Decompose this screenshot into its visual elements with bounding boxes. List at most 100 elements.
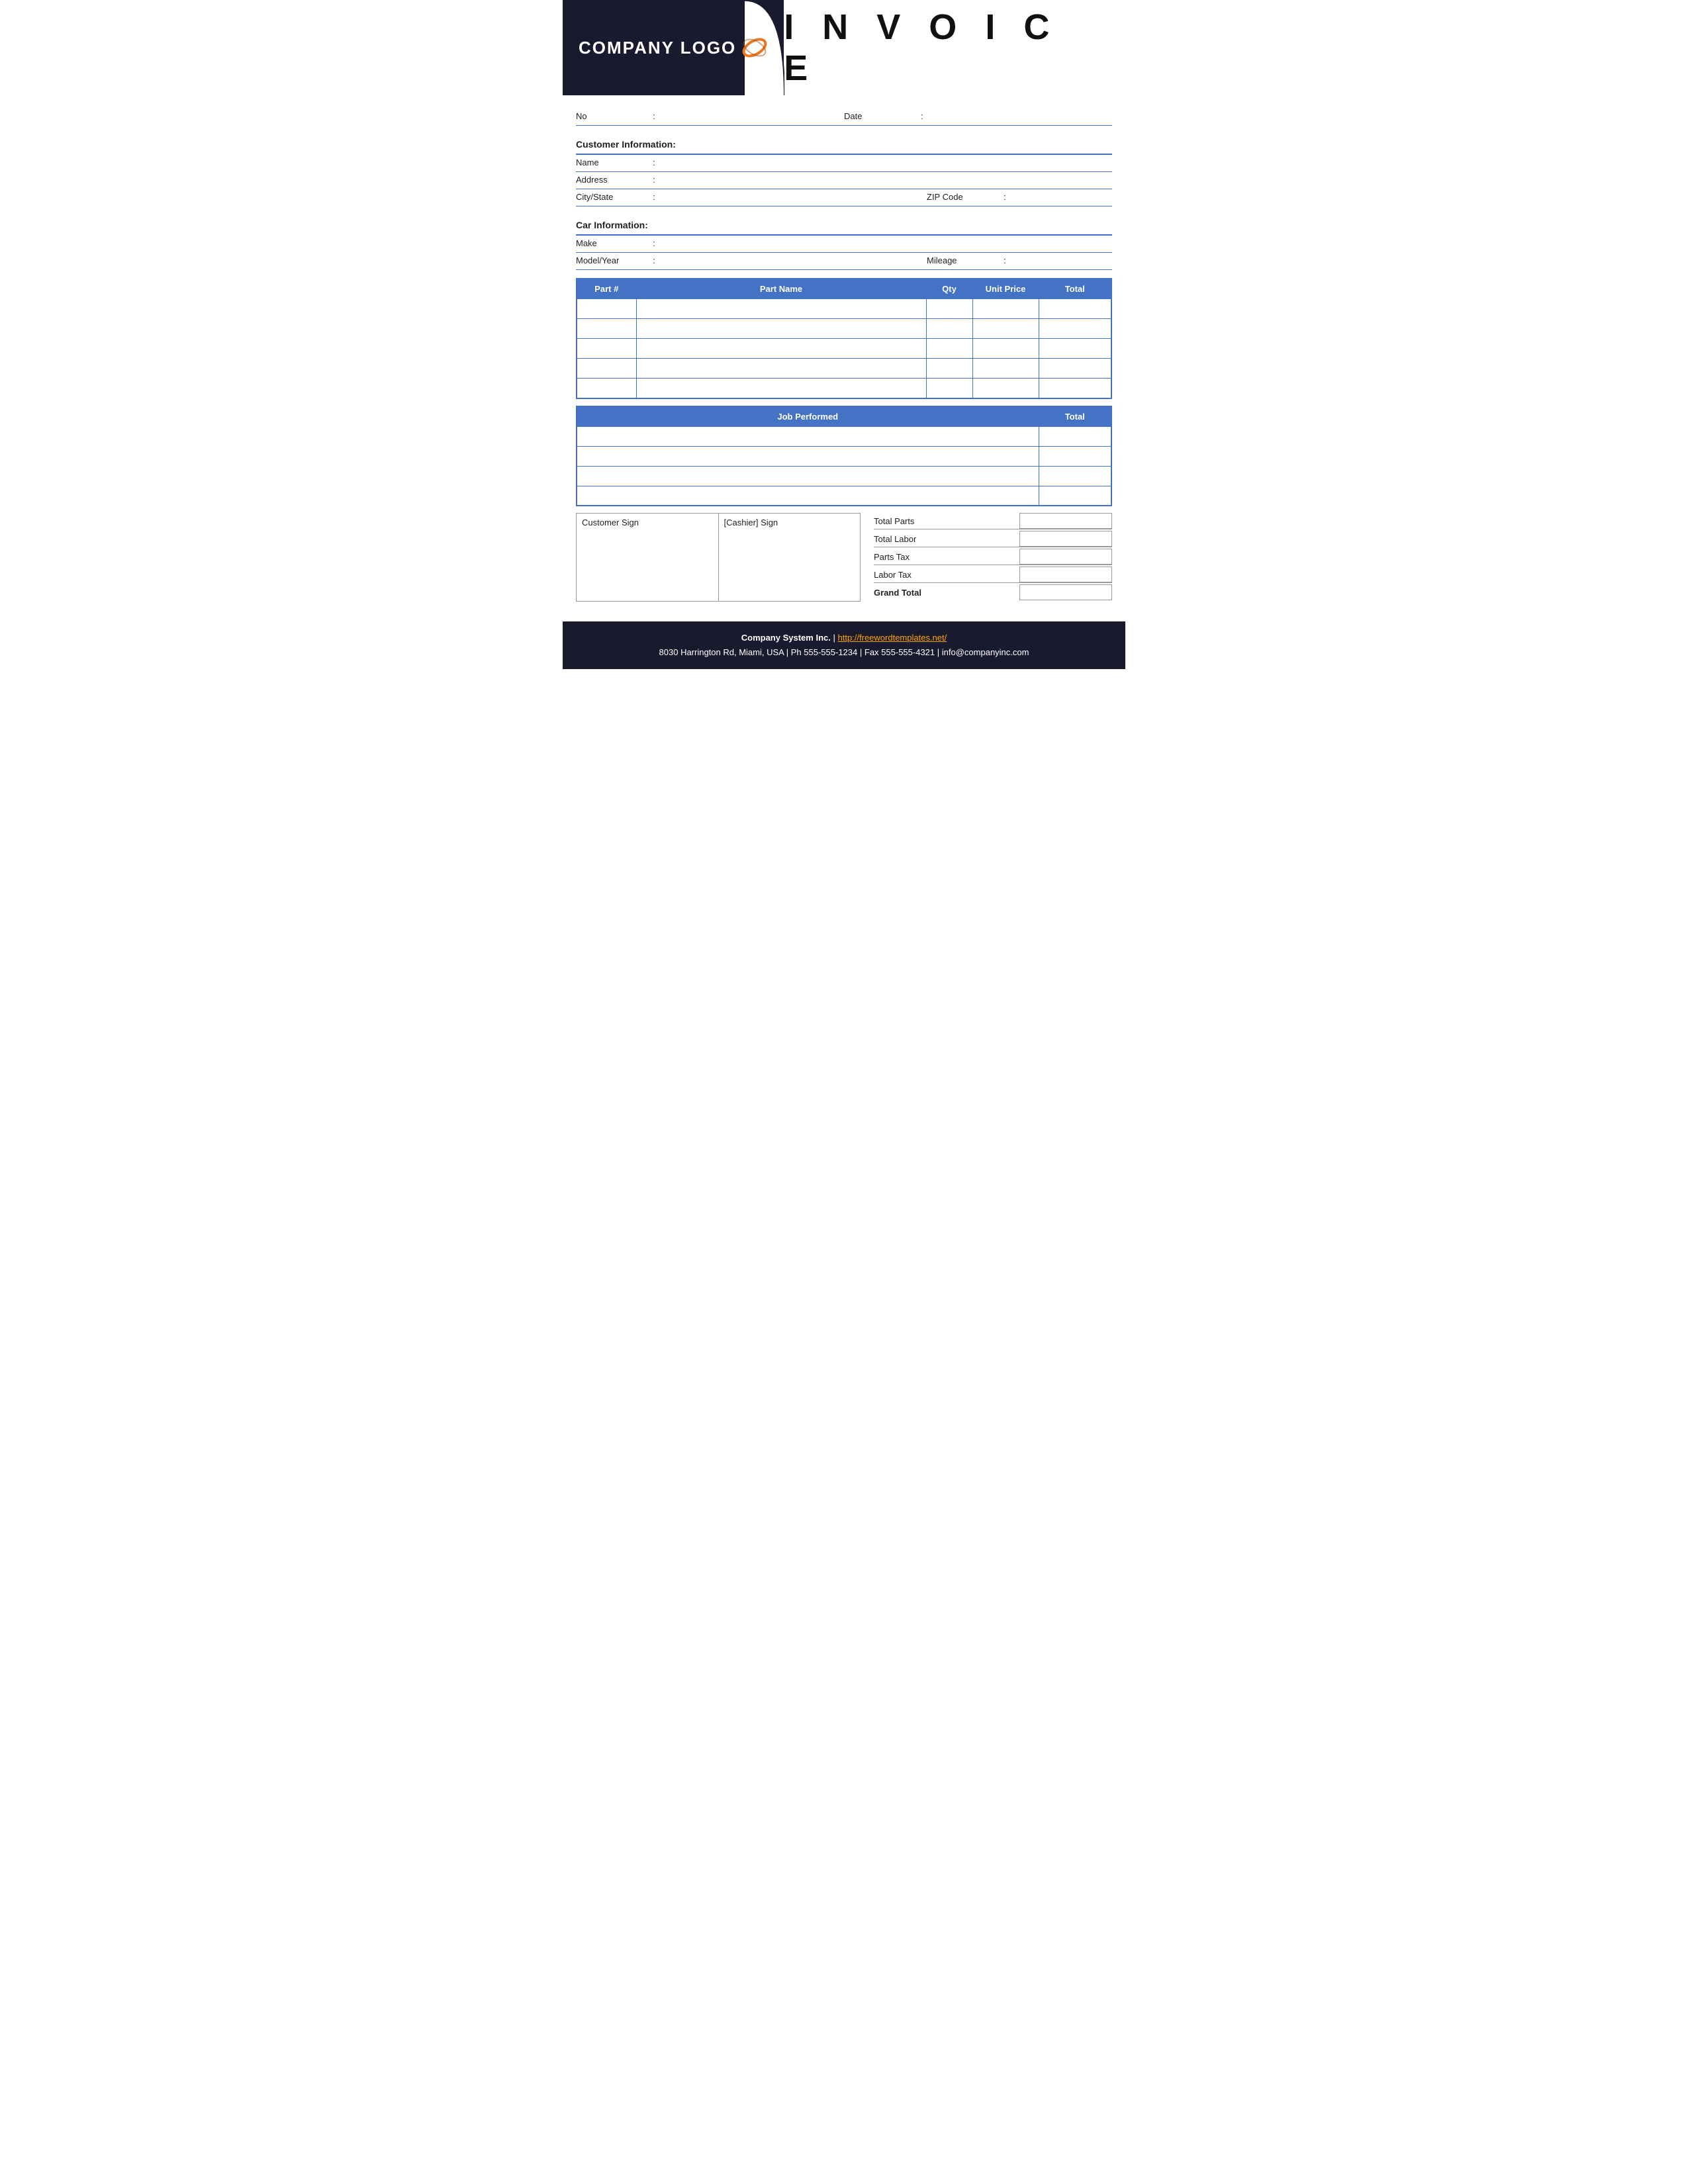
parts-tax-value (1019, 549, 1112, 565)
zip-colon: : (1004, 192, 1006, 202)
no-field: No : (576, 111, 844, 122)
unit-price-cell (972, 359, 1039, 379)
car-make-label: Make (576, 238, 649, 250)
customer-address-value (659, 175, 1112, 186)
unit-price-cell (972, 299, 1039, 319)
footer-email: info@companyinc.com (942, 647, 1029, 657)
car-make-colon: : (653, 238, 655, 248)
customer-name-colon: : (653, 158, 655, 167)
customer-section: Customer Information: Name : Address : C… (563, 134, 1125, 206)
mileage-colon: : (1004, 255, 1006, 265)
total-cell (1039, 379, 1111, 398)
customer-address-colon: : (653, 175, 655, 185)
unit-price-cell (972, 339, 1039, 359)
customer-name-value (659, 158, 1112, 169)
footer-email-sep: | (937, 647, 942, 657)
col-job-total-header: Total (1039, 406, 1111, 427)
table-row (577, 379, 1111, 398)
total-labor-label: Total Labor (874, 531, 1013, 547)
job-desc-cell (577, 446, 1039, 466)
grand-total-row: Grand Total (874, 584, 1112, 600)
logo-arc-icon (741, 34, 768, 61)
footer-phone: 555-555-1234 (804, 647, 857, 657)
footer-fax-sep: | (860, 647, 865, 657)
footer-ph-label: Ph (791, 647, 802, 657)
date-field: Date : (844, 111, 1112, 122)
no-date-section: No : Date : (563, 109, 1125, 126)
job-desc-cell (577, 426, 1039, 446)
car-model-row: Model/Year : Mileage : (576, 253, 1112, 270)
part-num-cell (577, 379, 636, 398)
col-price-header: Unit Price (972, 279, 1039, 299)
no-date-row: No : Date : (576, 109, 1112, 126)
part-name-cell (636, 319, 926, 339)
totals-section: Total Parts Total Labor Parts Tax Labor … (874, 513, 1112, 602)
total-parts-row: Total Parts (874, 513, 1112, 529)
cashier-sign-label: [Cashier] Sign (724, 518, 778, 527)
car-make-value (659, 239, 1112, 250)
bottom-section: Customer Sign [Cashier] Sign Total Parts… (576, 513, 1112, 602)
total-parts-label: Total Parts (874, 514, 1013, 529)
qty-cell (926, 299, 972, 319)
col-name-header: Part Name (636, 279, 926, 299)
table-row (577, 359, 1111, 379)
total-parts-value (1019, 513, 1112, 529)
unit-price-cell (972, 319, 1039, 339)
footer-website[interactable]: http://freewordtemplates.net/ (837, 633, 947, 643)
part-num-cell (577, 319, 636, 339)
job-total-cell (1039, 446, 1111, 466)
parts-tax-row: Parts Tax (874, 549, 1112, 565)
car-section-title: Car Information: (576, 214, 1112, 233)
mileage-value (1010, 256, 1112, 267)
table-row (577, 339, 1111, 359)
footer-company: Company System Inc. (741, 633, 831, 643)
job-table: Job Performed Total (576, 406, 1112, 507)
logo-text: COMPANY LOGO (579, 38, 736, 58)
table-row (577, 319, 1111, 339)
parts-table-header: Part # Part Name Qty Unit Price Total (577, 279, 1111, 299)
col-qty-header: Qty (926, 279, 972, 299)
customer-sign-label: Customer Sign (582, 518, 639, 527)
date-colon: : (921, 111, 923, 121)
logo-area: COMPANY LOGO (563, 0, 784, 95)
labor-tax-row: Labor Tax (874, 567, 1112, 583)
no-colon: : (653, 111, 655, 121)
customer-city-value (659, 193, 927, 203)
model-year-field: Model/Year : (576, 255, 927, 267)
footer-fax-label: Fax (865, 647, 879, 657)
table-row (577, 446, 1111, 466)
part-name-cell (636, 379, 926, 398)
footer-ph-sep: | (786, 647, 791, 657)
job-desc-cell (577, 486, 1039, 506)
zip-label: ZIP Code (927, 192, 1000, 203)
part-num-cell (577, 339, 636, 359)
car-section: Car Information: Make : Model/Year : Mil… (563, 214, 1125, 270)
part-num-cell (577, 299, 636, 319)
qty-cell (926, 339, 972, 359)
part-num-cell (577, 359, 636, 379)
customer-section-title: Customer Information: (576, 134, 1112, 152)
zip-value (1010, 193, 1112, 203)
grand-total-value (1019, 584, 1112, 600)
date-value (927, 112, 1112, 122)
part-name-cell (636, 299, 926, 319)
col-total-header: Total (1039, 279, 1111, 299)
sign-boxes: Customer Sign [Cashier] Sign (576, 513, 861, 602)
invoice-title: I N V O I C E (784, 7, 1099, 89)
job-total-cell (1039, 426, 1111, 446)
footer-address: 8030 Harrington Rd, Miami, USA (659, 647, 784, 657)
mileage-label: Mileage (927, 255, 1000, 267)
table-row (577, 426, 1111, 446)
car-model-label: Model/Year (576, 255, 649, 267)
customer-address-row: Address : (576, 172, 1112, 189)
car-make-row: Make : (576, 236, 1112, 253)
customer-citystate-row: City/State : ZIP Code : (576, 189, 1112, 206)
customer-name-row: Name : (576, 155, 1112, 172)
zip-field: ZIP Code : (927, 192, 1112, 203)
footer-line1: Company System Inc. | http://freewordtem… (576, 631, 1112, 645)
labor-tax-value (1019, 567, 1112, 582)
customer-sign-box: Customer Sign (576, 513, 718, 602)
total-cell (1039, 319, 1111, 339)
job-total-cell (1039, 466, 1111, 486)
mileage-field: Mileage : (927, 255, 1112, 267)
